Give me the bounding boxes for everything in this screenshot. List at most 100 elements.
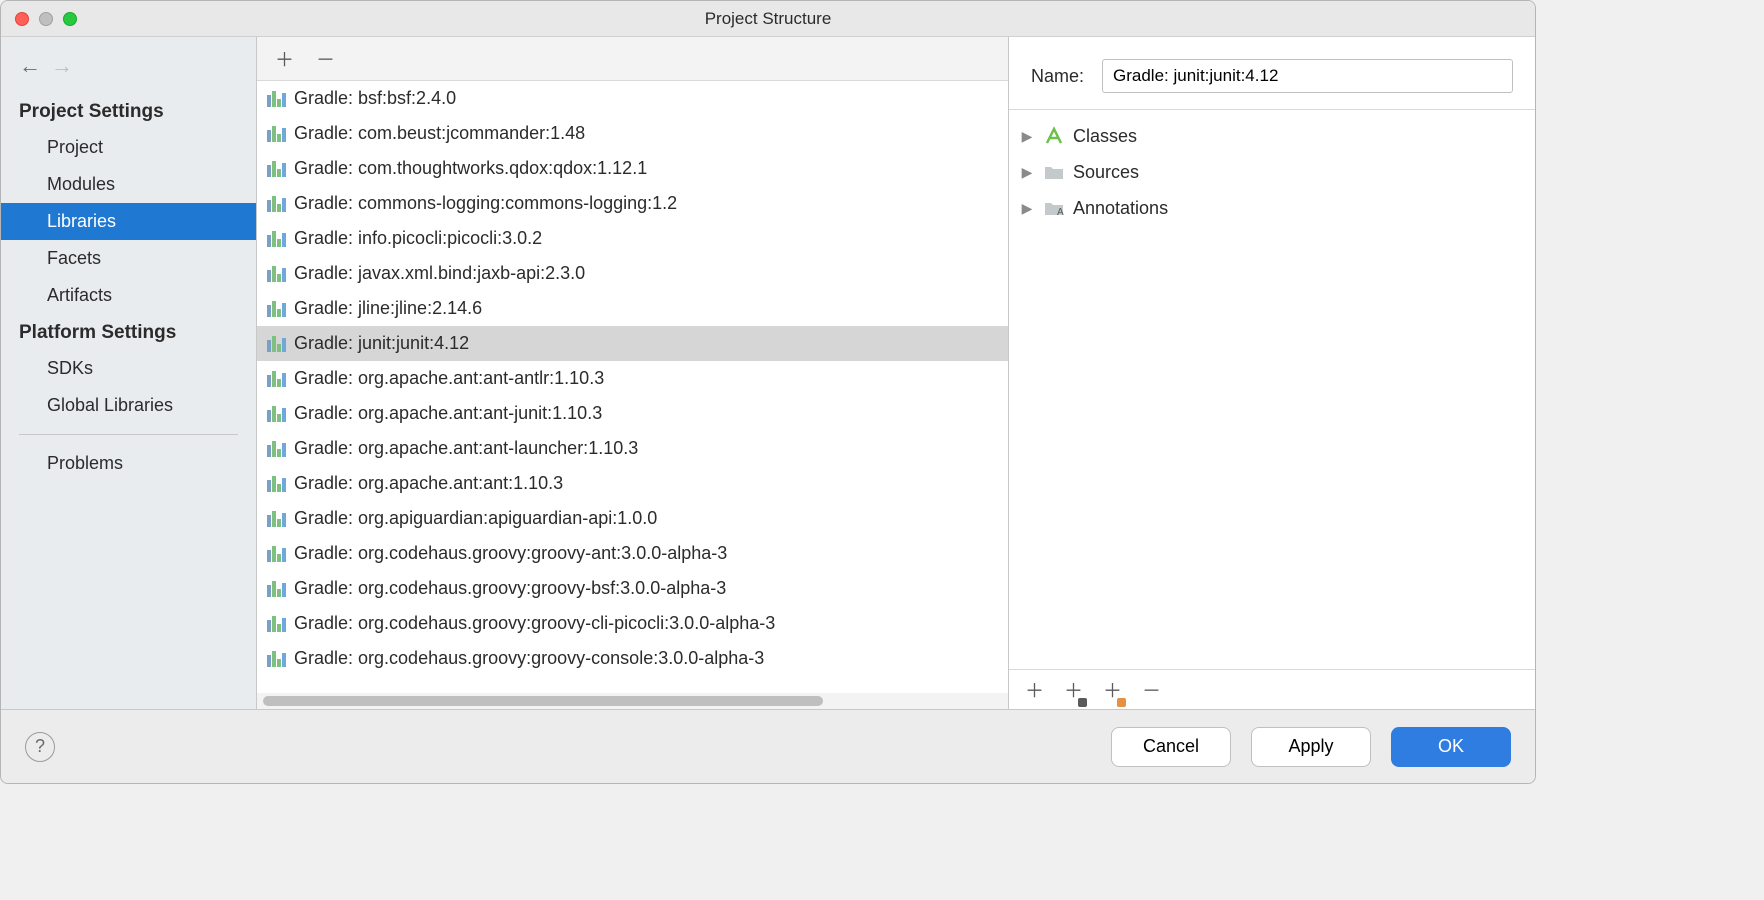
library-bars-icon (267, 266, 286, 282)
library-row[interactable]: Gradle: org.codehaus.groovy:groovy-bsf:3… (257, 571, 1008, 606)
library-row[interactable]: Gradle: com.beust:jcommander:1.48 (257, 116, 1008, 151)
classes-icon (1043, 126, 1065, 146)
library-label: Gradle: org.apache.ant:ant-launcher:1.10… (294, 438, 638, 459)
add-from-maven-icon[interactable]: ＋ (1064, 676, 1083, 703)
close-window-button[interactable] (15, 12, 29, 26)
library-bars-icon (267, 511, 286, 527)
remove-root-icon[interactable]: － (1142, 676, 1161, 703)
tree-node-annotations[interactable]: ▶ A Annotations (1019, 190, 1525, 226)
library-row[interactable]: Gradle: jline:jline:2.14.6 (257, 291, 1008, 326)
libraries-panel: ＋ － Gradle: bsf:bsf:2.4.0 Gradle: com.beu… (257, 37, 1009, 709)
library-row[interactable]: Gradle: org.apache.ant:ant-junit:1.10.3 (257, 396, 1008, 431)
project-structure-dialog: Project Structure ← → Project Settings P… (0, 0, 1536, 784)
sidebar-item-label: Artifacts (47, 285, 112, 305)
library-bars-icon (267, 476, 286, 492)
library-label: Gradle: commons-logging:commons-logging:… (294, 193, 677, 214)
sidebar-item-problems[interactable]: Problems (1, 445, 256, 482)
library-label: Gradle: org.apache.ant:ant-junit:1.10.3 (294, 403, 602, 424)
library-row[interactable]: Gradle: junit:junit:4.12 (257, 326, 1008, 361)
sidebar-item-label: Modules (47, 174, 115, 194)
expand-arrow-icon[interactable]: ▶ (1019, 164, 1035, 181)
sidebar-item-label: SDKs (47, 358, 93, 378)
expand-arrow-icon[interactable]: ▶ (1019, 128, 1035, 145)
titlebar: Project Structure (1, 1, 1535, 37)
dialog-buttons: Cancel Apply OK (1111, 727, 1511, 767)
library-name-input[interactable] (1102, 59, 1513, 93)
library-bars-icon (267, 371, 286, 387)
apply-button[interactable]: Apply (1251, 727, 1371, 767)
library-label: Gradle: com.beust:jcommander:1.48 (294, 123, 585, 144)
sidebar-item-label: Facets (47, 248, 101, 268)
sidebar-item-label: Problems (47, 453, 123, 473)
sidebar-heading-project-settings: Project Settings (1, 93, 256, 129)
libraries-toolbar: ＋ － (257, 37, 1008, 81)
library-bars-icon (267, 441, 286, 457)
add-library-icon[interactable]: ＋ (275, 45, 294, 72)
sidebar-heading-platform-settings: Platform Settings (1, 314, 256, 350)
library-bars-icon (267, 616, 286, 632)
add-root-icon[interactable]: ＋ (1025, 676, 1044, 703)
sidebar-item-label: Global Libraries (47, 395, 173, 415)
minimize-window-button[interactable] (39, 12, 53, 26)
library-bars-icon (267, 546, 286, 562)
remove-library-icon[interactable]: － (316, 45, 335, 72)
library-bars-icon (267, 91, 286, 107)
cancel-button[interactable]: Cancel (1111, 727, 1231, 767)
sidebar-item-label: Libraries (47, 211, 116, 231)
tree-node-sources[interactable]: ▶ Sources (1019, 154, 1525, 190)
library-row[interactable]: Gradle: org.apiguardian:apiguardian-api:… (257, 501, 1008, 536)
sidebar: ← → Project Settings Project Modules Lib… (1, 37, 257, 709)
nav-arrows: ← → (1, 45, 256, 93)
tree-node-label: Sources (1073, 162, 1139, 183)
library-row[interactable]: Gradle: org.codehaus.groovy:groovy-ant:3… (257, 536, 1008, 571)
library-detail-panel: Name: ▶ Classes ▶ Sources (1009, 37, 1535, 709)
library-label: Gradle: com.thoughtworks.qdox:qdox:1.12.… (294, 158, 647, 179)
library-bars-icon (267, 231, 286, 247)
library-row[interactable]: Gradle: org.apache.ant:ant-antlr:1.10.3 (257, 361, 1008, 396)
sidebar-item-project[interactable]: Project (1, 129, 256, 166)
folder-icon (1043, 164, 1065, 180)
library-row[interactable]: Gradle: javax.xml.bind:jaxb-api:2.3.0 (257, 256, 1008, 291)
svg-text:A: A (1057, 207, 1064, 216)
library-bars-icon (267, 406, 286, 422)
library-content-tree: ▶ Classes ▶ Sources ▶ A (1009, 110, 1535, 669)
library-row[interactable]: Gradle: com.thoughtworks.qdox:qdox:1.12.… (257, 151, 1008, 186)
library-bars-icon (267, 581, 286, 597)
library-row[interactable]: Gradle: org.codehaus.groovy:groovy-cli-p… (257, 606, 1008, 641)
library-detail-toolbar: ＋ ＋ ＋ － (1009, 669, 1535, 709)
sidebar-item-modules[interactable]: Modules (1, 166, 256, 203)
dialog-bottom-bar: ? Cancel Apply OK (1, 709, 1535, 783)
ok-button[interactable]: OK (1391, 727, 1511, 767)
sidebar-item-artifacts[interactable]: Artifacts (1, 277, 256, 314)
library-bars-icon (267, 196, 286, 212)
sidebar-item-global-libraries[interactable]: Global Libraries (1, 387, 256, 424)
sidebar-item-facets[interactable]: Facets (1, 240, 256, 277)
sidebar-item-libraries[interactable]: Libraries (1, 203, 256, 240)
library-label: Gradle: org.apiguardian:apiguardian-api:… (294, 508, 657, 529)
window-title: Project Structure (1, 9, 1535, 29)
tree-node-classes[interactable]: ▶ Classes (1019, 118, 1525, 154)
library-row[interactable]: Gradle: org.apache.ant:ant:1.10.3 (257, 466, 1008, 501)
back-arrow-icon[interactable]: ← (19, 53, 41, 79)
library-label: Gradle: javax.xml.bind:jaxb-api:2.3.0 (294, 263, 585, 284)
help-button[interactable]: ? (25, 732, 55, 762)
libraries-list[interactable]: Gradle: bsf:bsf:2.4.0 Gradle: com.beust:j… (257, 81, 1008, 693)
library-row[interactable]: Gradle: bsf:bsf:2.4.0 (257, 81, 1008, 116)
library-label: Gradle: org.codehaus.groovy:groovy-conso… (294, 648, 764, 669)
maximize-window-button[interactable] (63, 12, 77, 26)
library-row[interactable]: Gradle: info.picocli:picocli:3.0.2 (257, 221, 1008, 256)
add-excluded-icon[interactable]: ＋ (1103, 676, 1122, 703)
horizontal-scrollbar[interactable] (257, 693, 1008, 709)
library-bars-icon (267, 336, 286, 352)
library-bars-icon (267, 126, 286, 142)
library-row[interactable]: Gradle: commons-logging:commons-logging:… (257, 186, 1008, 221)
tree-node-label: Classes (1073, 126, 1137, 147)
library-label: Gradle: info.picocli:picocli:3.0.2 (294, 228, 542, 249)
forward-arrow-icon[interactable]: → (51, 53, 73, 79)
library-label: Gradle: org.apache.ant:ant:1.10.3 (294, 473, 563, 494)
sidebar-item-sdks[interactable]: SDKs (1, 350, 256, 387)
window-controls (1, 12, 77, 26)
library-row[interactable]: Gradle: org.codehaus.groovy:groovy-conso… (257, 641, 1008, 676)
library-row[interactable]: Gradle: org.apache.ant:ant-launcher:1.10… (257, 431, 1008, 466)
expand-arrow-icon[interactable]: ▶ (1019, 200, 1035, 217)
